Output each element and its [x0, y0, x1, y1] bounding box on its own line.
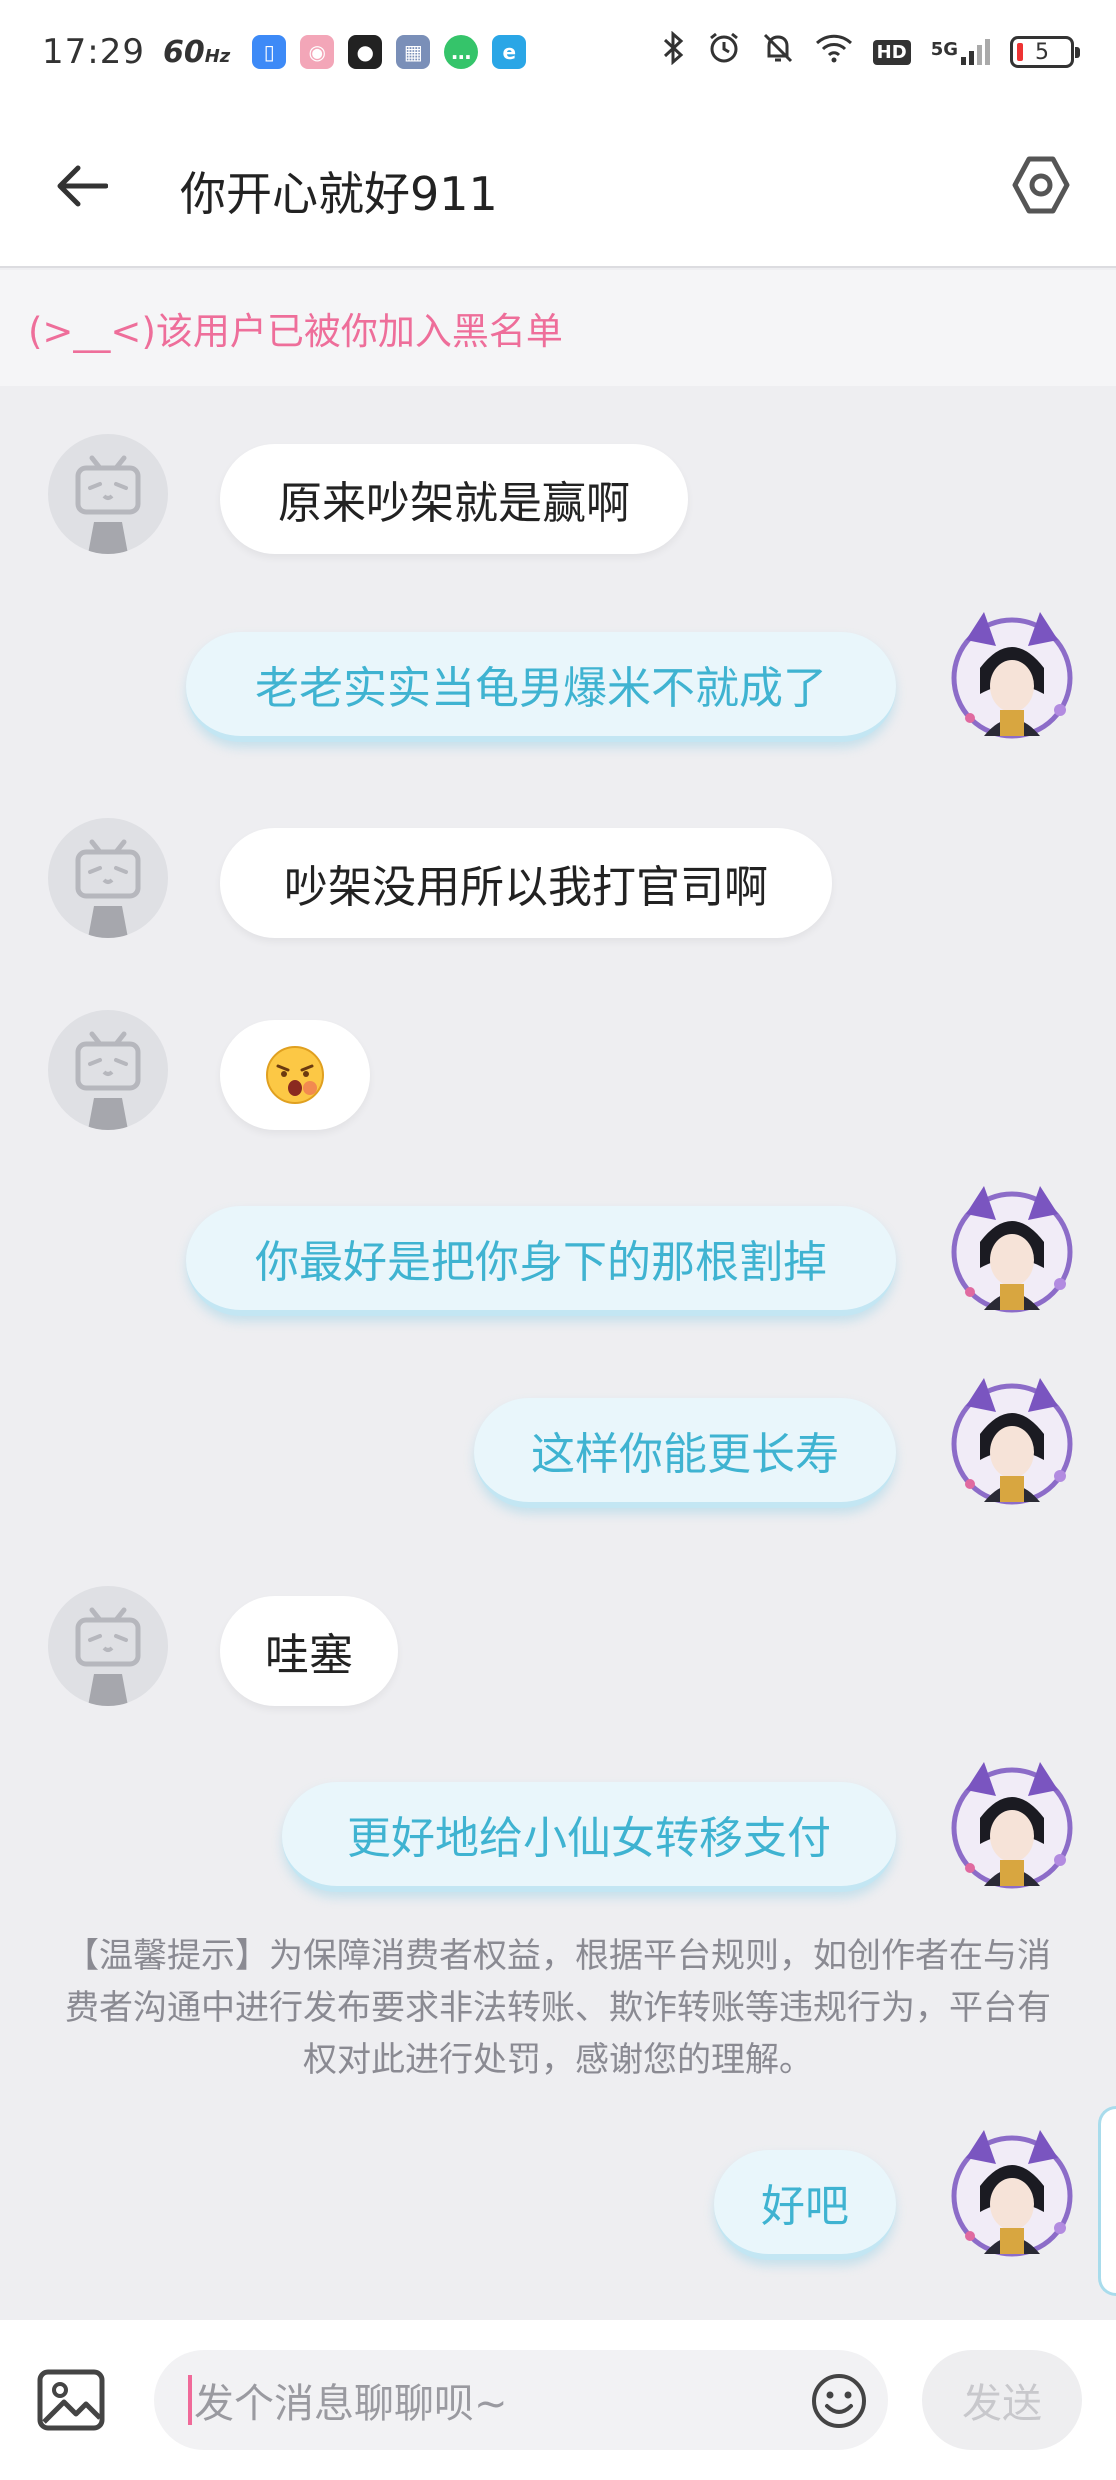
- message-bubble-received[interactable]: 原来吵架就是赢啊: [220, 444, 688, 554]
- tv-mascot-icon: [75, 1607, 141, 1706]
- text-caret: [188, 2375, 192, 2425]
- anime-avatar-icon: [951, 1186, 1073, 1313]
- tv-mascot-icon: [75, 839, 141, 938]
- bank-app-notification-icon: ▦: [396, 35, 431, 69]
- tv-mascot-icon: [75, 455, 141, 554]
- my-avatar[interactable]: [944, 1756, 1080, 1892]
- my-avatar[interactable]: [944, 1180, 1080, 1316]
- browser-app-notification-icon: e: [492, 35, 527, 69]
- page-title: 你开心就好911: [180, 167, 498, 221]
- battery-icon: 5: [1010, 36, 1080, 68]
- platform-tip: 【温馨提示】为保障消费者权益，根据平台规则，如创作者在与消费者沟通中进行发布要求…: [65, 1936, 1051, 2080]
- bluetooth-icon: [661, 30, 687, 73]
- smiley-icon: [812, 2374, 866, 2428]
- anime-avatar-icon: [951, 1378, 1073, 1505]
- image-icon: [37, 2369, 105, 2431]
- status-bar: 17:29 60Hz ▯ ◉ ● ▦ … e HD 5G 5: [0, 0, 1116, 104]
- message-input[interactable]: 发个消息聊聊呗~: [154, 2350, 888, 2450]
- chat-app-notification-icon: …: [444, 35, 479, 69]
- anime-app-notification-icon: ◉: [300, 35, 335, 69]
- battery-level: 5: [1035, 39, 1049, 65]
- message-bubble-received[interactable]: [220, 1020, 370, 1130]
- image-picker-button[interactable]: [36, 2368, 106, 2432]
- input-bar: 发个消息聊聊呗~ 发送: [0, 2320, 1116, 2480]
- message-bubble-sent[interactable]: 老老实实当龟男爆米不就成了: [186, 632, 896, 742]
- refresh-rate-value: 60: [162, 34, 205, 70]
- notification-icons: ▯ ◉ ● ▦ … e: [252, 35, 527, 69]
- message-bubble-sent[interactable]: 更好地给小仙女转移支付: [282, 1782, 896, 1892]
- anime-avatar-icon: [951, 2130, 1073, 2257]
- message-bubble-received[interactable]: 哇塞: [220, 1596, 398, 1706]
- cellular-signal-icon: 5G: [931, 39, 990, 65]
- app-notification-icon: ▯: [252, 35, 287, 69]
- tv-mascot-icon: [75, 1031, 141, 1130]
- surprised-face-emoji-icon: [266, 1046, 324, 1104]
- hd-badge: HD: [872, 39, 911, 65]
- refresh-rate: 60Hz: [163, 35, 230, 70]
- qq-notification-icon: ●: [348, 35, 383, 69]
- blacklist-notice: (>__<)该用户已被你加入黑名单: [0, 270, 1116, 386]
- message-bubble-sent[interactable]: 好吧: [714, 2150, 896, 2260]
- network-type: 5G: [930, 39, 958, 60]
- message-bubble-sent[interactable]: 你最好是把你身下的那根割掉: [186, 1206, 896, 1316]
- emoji-button[interactable]: [810, 2372, 868, 2430]
- friend-avatar[interactable]: [48, 818, 168, 938]
- message-bubble-received[interactable]: 吵架没用所以我打官司啊: [220, 828, 832, 938]
- chat-header: 你开心就好911: [0, 104, 1116, 268]
- message-bubble-sent[interactable]: 这样你能更长寿: [474, 1398, 896, 1508]
- anime-avatar-icon: [951, 612, 1073, 739]
- send-button[interactable]: 发送: [922, 2350, 1082, 2450]
- friend-avatar[interactable]: [48, 1586, 168, 1706]
- settings-hexagon-icon: [1012, 156, 1070, 214]
- my-avatar[interactable]: [944, 2124, 1080, 2260]
- back-button[interactable]: [50, 154, 114, 218]
- refresh-rate-unit: Hz: [204, 45, 231, 67]
- settings-button[interactable]: [1006, 150, 1076, 220]
- wifi-icon: [815, 33, 853, 71]
- friend-avatar[interactable]: [48, 1010, 168, 1130]
- my-avatar[interactable]: [944, 1372, 1080, 1508]
- mute-bell-icon: [761, 31, 795, 73]
- friend-avatar[interactable]: [48, 434, 168, 554]
- anime-avatar-icon: [951, 1762, 1073, 1889]
- system-icons: HD 5G 5: [661, 30, 1080, 73]
- arrow-left-icon: [57, 165, 108, 207]
- status-time: 17:29: [42, 32, 145, 72]
- alarm-icon: [707, 31, 741, 73]
- my-avatar[interactable]: [944, 606, 1080, 742]
- side-floating-tab[interactable]: [1098, 2106, 1116, 2296]
- message-input-placeholder: 发个消息聊聊呗~: [194, 2381, 508, 2427]
